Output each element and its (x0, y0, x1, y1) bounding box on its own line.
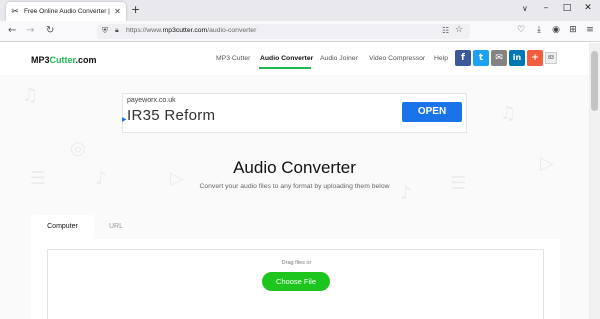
browser-navbar: ← → ↻ ⛨ 🔒︎ https://www.mp3cutter.com/aud… (0, 21, 600, 42)
maximize-button[interactable]: □ (560, 3, 574, 13)
url-path: /audio-converter (207, 27, 257, 34)
ad-banner[interactable]: payeworx.co.uk IR35 Reform OPEN (122, 93, 467, 133)
reload-button[interactable]: ↻ (46, 25, 54, 36)
url-prefix: https://www. (126, 27, 163, 34)
nav-audio-joiner[interactable]: Audio Joiner (320, 55, 358, 62)
page-content: ♫ ◎ ♪ ♫ ☰ ▷ ▷ ☰ ♪ MP3Cutter.com MP3 Cutt… (0, 43, 589, 319)
headphones-bg-icon: ◎ (70, 138, 86, 159)
shield-icon[interactable]: ⛨ (102, 26, 108, 36)
active-nav-underline (259, 67, 311, 69)
linkedin-share-icon[interactable]: in (509, 50, 525, 66)
tab-title: Free Online Audio Converter | (24, 8, 113, 15)
extensions-icon[interactable]: ⊞ (567, 25, 579, 35)
site-header: MP3Cutter.com MP3 Cutter Audio Converter… (0, 43, 589, 75)
drag-files-text: Drag files or (281, 260, 312, 266)
url-domain: mp3cutter.com (162, 27, 208, 34)
ad-open-button[interactable]: OPEN (402, 102, 462, 122)
pocket-icon[interactable]: ♡ (515, 25, 527, 35)
upload-panel: Drag files or Choose File (31, 239, 560, 319)
reader-view-icon[interactable]: ☷ (442, 26, 449, 35)
ad-headline[interactable]: IR35 Reform (127, 107, 215, 124)
site-logo[interactable]: MP3Cutter.com (31, 55, 97, 65)
page-subtitle: Convert your audio files to any format b… (199, 183, 390, 190)
browser-tab-active[interactable]: ✂ Free Online Audio Converter | ✕ (6, 2, 126, 21)
share-count-badge: 83 (545, 52, 557, 64)
bookmark-star-icon[interactable]: ☆ (455, 25, 463, 35)
nav-mp3-cutter[interactable]: MP3 Cutter (216, 55, 250, 62)
nav-help[interactable]: Help (434, 55, 448, 62)
browser-titlebar: ✂ Free Online Audio Converter | ✕ + ∨ – … (0, 0, 600, 21)
logo-prefix: MP3 (31, 55, 50, 65)
music-note-bg-icon: ♫ (22, 85, 39, 106)
tab-computer[interactable]: Computer (31, 215, 94, 241)
email-share-icon[interactable]: ✉ (491, 50, 507, 66)
file-dropzone[interactable]: Drag files or Choose File (47, 249, 544, 319)
nav-audio-converter[interactable]: Audio Converter (260, 55, 313, 62)
facebook-share-icon[interactable]: f (455, 50, 471, 66)
close-window-button[interactable]: ✕ (581, 3, 595, 13)
lock-icon[interactable]: 🔒︎ (115, 26, 119, 35)
scrollbar-thumb[interactable] (591, 51, 598, 111)
back-button[interactable]: ← (8, 25, 16, 36)
logo-suffix: .com (75, 55, 97, 65)
forward-button[interactable]: → (26, 25, 34, 36)
more-share-icon[interactable]: + (527, 50, 543, 66)
tab-close-icon[interactable]: ✕ (113, 7, 122, 16)
choose-file-button[interactable]: Choose File (262, 272, 330, 291)
ad-domain: payeworx.co.uk (127, 97, 176, 104)
nav-video-compressor[interactable]: Video Compressor (369, 55, 425, 62)
page-scrollbar[interactable] (589, 43, 600, 319)
account-icon[interactable]: ◉ (550, 25, 562, 35)
page-title: Audio Converter (233, 158, 356, 177)
music-note-bg-icon: ♫ (500, 103, 517, 124)
url-text[interactable]: https://www.mp3cutter.com/audio-converte… (126, 27, 256, 34)
adchoices-icon[interactable]: ▶ (122, 116, 127, 123)
logo-accent: Cutter (49, 55, 76, 65)
tab-url[interactable]: URL (101, 215, 131, 237)
scissors-favicon-icon: ✂ (11, 6, 19, 17)
list-all-tabs-icon[interactable]: ∨ (522, 4, 528, 13)
address-bar[interactable]: ⛨ 🔒︎ https://www.mp3cutter.com/audio-con… (97, 24, 470, 39)
menu-icon[interactable]: ≡ (584, 25, 596, 35)
source-tabs: Computer URL (31, 215, 560, 241)
minimize-button[interactable]: – (539, 3, 553, 13)
new-tab-button[interactable]: + (131, 3, 140, 16)
twitter-share-icon[interactable]: t (473, 50, 489, 66)
download-icon[interactable]: ⤓ (533, 25, 545, 35)
